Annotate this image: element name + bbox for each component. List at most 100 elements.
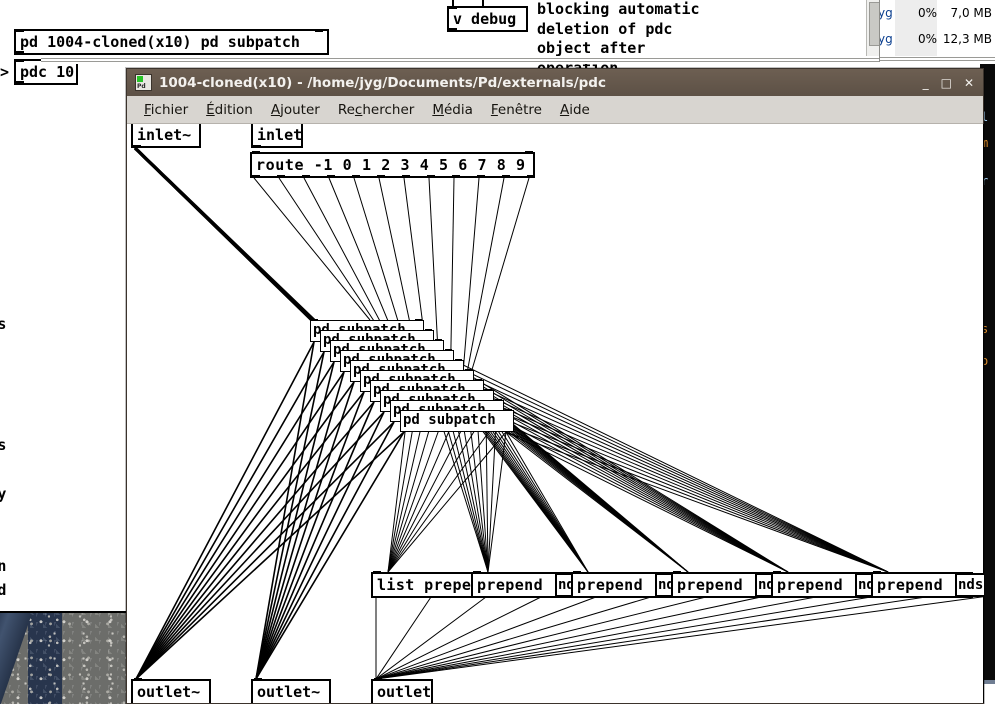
control-cord[interactable] bbox=[303, 177, 391, 341]
menu-item-rechercher[interactable]: Rechercher bbox=[329, 102, 423, 118]
window-title-name: 1004-cloned(x10) bbox=[159, 74, 293, 91]
maximize-icon[interactable]: □ bbox=[941, 77, 952, 89]
object-route[interactable]: route -1 0 1 2 3 4 5 6 7 8 9 bbox=[250, 152, 535, 178]
control-cord[interactable] bbox=[375, 593, 776, 680]
background-object-box-cloned[interactable]: pd 1004-cloned(x10) pd subpatch bbox=[14, 29, 329, 55]
control-cord[interactable] bbox=[495, 421, 889, 573]
background-window-separator bbox=[41, 57, 879, 64]
outlet-nub bbox=[253, 145, 261, 148]
control-cord[interactable] bbox=[278, 177, 381, 331]
control-cord[interactable] bbox=[505, 431, 789, 573]
signal-cord[interactable] bbox=[255, 381, 355, 680]
object-send[interactable]: nds5 bbox=[955, 573, 984, 597]
outlet-nub bbox=[377, 175, 385, 178]
control-cord[interactable] bbox=[465, 391, 789, 573]
outlet-nub bbox=[477, 175, 485, 178]
menu-item-edition[interactable]: Édition bbox=[197, 102, 262, 118]
outlet-nub bbox=[449, 28, 457, 31]
inlet-nub bbox=[315, 29, 323, 32]
control-cord[interactable] bbox=[375, 593, 605, 680]
window-title-separator: - bbox=[297, 74, 303, 91]
outlet-nub bbox=[352, 175, 360, 178]
control-cord[interactable] bbox=[375, 593, 833, 680]
pd-app-icon: Pd bbox=[135, 74, 152, 91]
outlet-nub bbox=[327, 175, 335, 178]
control-cord[interactable] bbox=[425, 351, 889, 573]
menu-item-aide[interactable]: Aide bbox=[551, 102, 599, 118]
menu-bar[interactable]: Fichier Édition Ajouter Rechercher Média… bbox=[127, 96, 983, 124]
signal-cord[interactable] bbox=[255, 371, 345, 680]
object-pd-subpatch[interactable]: pd subpatch bbox=[400, 410, 514, 432]
outlet-nub bbox=[252, 175, 260, 178]
outlet-nub bbox=[133, 145, 141, 148]
panel-separator bbox=[880, 56, 995, 62]
window-controls[interactable]: _ □ ✕ bbox=[923, 77, 977, 89]
desktop-wallpaper bbox=[0, 613, 128, 704]
process-memory: 12,3 MB bbox=[942, 32, 992, 46]
background-debug-comment: blocking automatic deletion of pdc objec… bbox=[537, 0, 700, 77]
signal-cord[interactable] bbox=[135, 391, 365, 680]
system-monitor-panel[interactable]: yg 0% 7,0 MB yg 0% 12,3 MB bbox=[879, 0, 995, 62]
inlet-nub bbox=[252, 151, 260, 154]
outlet-nub bbox=[527, 175, 535, 178]
outlet-nub bbox=[452, 175, 460, 178]
object-outlet-signal[interactable]: outlet~ bbox=[251, 679, 331, 703]
background-help-comment: ], signal inl output the s s forward mes… bbox=[0, 315, 7, 600]
outlet-nub bbox=[277, 175, 285, 178]
control-cord[interactable] bbox=[375, 593, 890, 680]
control-cord[interactable] bbox=[485, 411, 889, 573]
signal-cord[interactable] bbox=[135, 381, 355, 680]
control-cord[interactable] bbox=[505, 431, 689, 573]
outlet-nub bbox=[16, 81, 24, 84]
status-led bbox=[137, 76, 143, 82]
inlet-nub bbox=[16, 29, 24, 32]
control-cord[interactable] bbox=[375, 593, 434, 680]
control-cord[interactable] bbox=[375, 594, 984, 680]
inlet-nub bbox=[525, 151, 533, 154]
table-row[interactable]: yg 0% 7,0 MB bbox=[880, 0, 995, 26]
close-icon[interactable]: ✕ bbox=[964, 77, 974, 89]
signal-cord[interactable] bbox=[135, 411, 385, 680]
pd-patch-window[interactable]: Pd 1004-cloned(x10) - /home/jyg/Document… bbox=[126, 68, 984, 704]
object-outlet-signal[interactable]: outlet~ bbox=[131, 679, 211, 703]
minimize-icon[interactable]: _ bbox=[923, 77, 929, 89]
control-cord[interactable] bbox=[475, 401, 789, 573]
control-cord[interactable] bbox=[375, 593, 662, 680]
signal-cord[interactable] bbox=[255, 401, 375, 680]
menu-item-fichier[interactable]: Fichier bbox=[135, 102, 197, 118]
outlet-nub bbox=[302, 175, 310, 178]
outlet-nub bbox=[427, 175, 435, 178]
control-cord[interactable] bbox=[387, 431, 507, 573]
control-cord[interactable] bbox=[387, 421, 497, 573]
inlet-nub bbox=[449, 6, 457, 9]
signal-cord[interactable] bbox=[135, 361, 335, 680]
background-object-box-debug[interactable]: v debug bbox=[447, 6, 528, 32]
control-cord[interactable] bbox=[435, 361, 889, 573]
object-outlet[interactable]: outlet bbox=[371, 679, 433, 703]
window-titlebar[interactable]: Pd 1004-cloned(x10) - /home/jyg/Document… bbox=[127, 69, 983, 96]
window-title-path: /home/jyg/Documents/Pd/externals/pdc bbox=[307, 74, 606, 91]
control-cord[interactable] bbox=[253, 177, 371, 321]
signal-cord[interactable] bbox=[135, 371, 345, 680]
control-cord[interactable] bbox=[375, 593, 719, 680]
menu-item-ajouter[interactable]: Ajouter bbox=[262, 102, 329, 118]
patch-connections bbox=[133, 146, 984, 680]
object-inlet-signal[interactable]: inlet~ bbox=[131, 124, 201, 148]
outlet-nub bbox=[16, 51, 24, 54]
window-title: 1004-cloned(x10) - /home/jyg/Documents/P… bbox=[159, 75, 606, 91]
app-icon-label: Pd bbox=[137, 83, 146, 90]
table-row[interactable]: yg 0% 12,3 MB bbox=[880, 26, 995, 52]
process-cpu: 0% bbox=[917, 6, 937, 20]
control-cord[interactable] bbox=[505, 431, 889, 573]
signal-cord[interactable] bbox=[255, 391, 365, 680]
process-memory: 7,0 MB bbox=[950, 6, 992, 20]
menu-item-media[interactable]: Média bbox=[423, 102, 482, 118]
process-name: yg bbox=[879, 32, 893, 46]
control-cord[interactable] bbox=[487, 431, 507, 573]
signal-cord[interactable] bbox=[135, 341, 315, 680]
control-cord[interactable] bbox=[445, 371, 889, 573]
outlet-nub bbox=[402, 175, 410, 178]
control-cord[interactable] bbox=[487, 421, 497, 573]
menu-item-fenetre[interactable]: Fenêtre bbox=[482, 102, 551, 118]
patch-canvas[interactable]: inlet~ inlet route -1 0 1 2 3 4 5 6 7 8 9p… bbox=[128, 124, 984, 703]
